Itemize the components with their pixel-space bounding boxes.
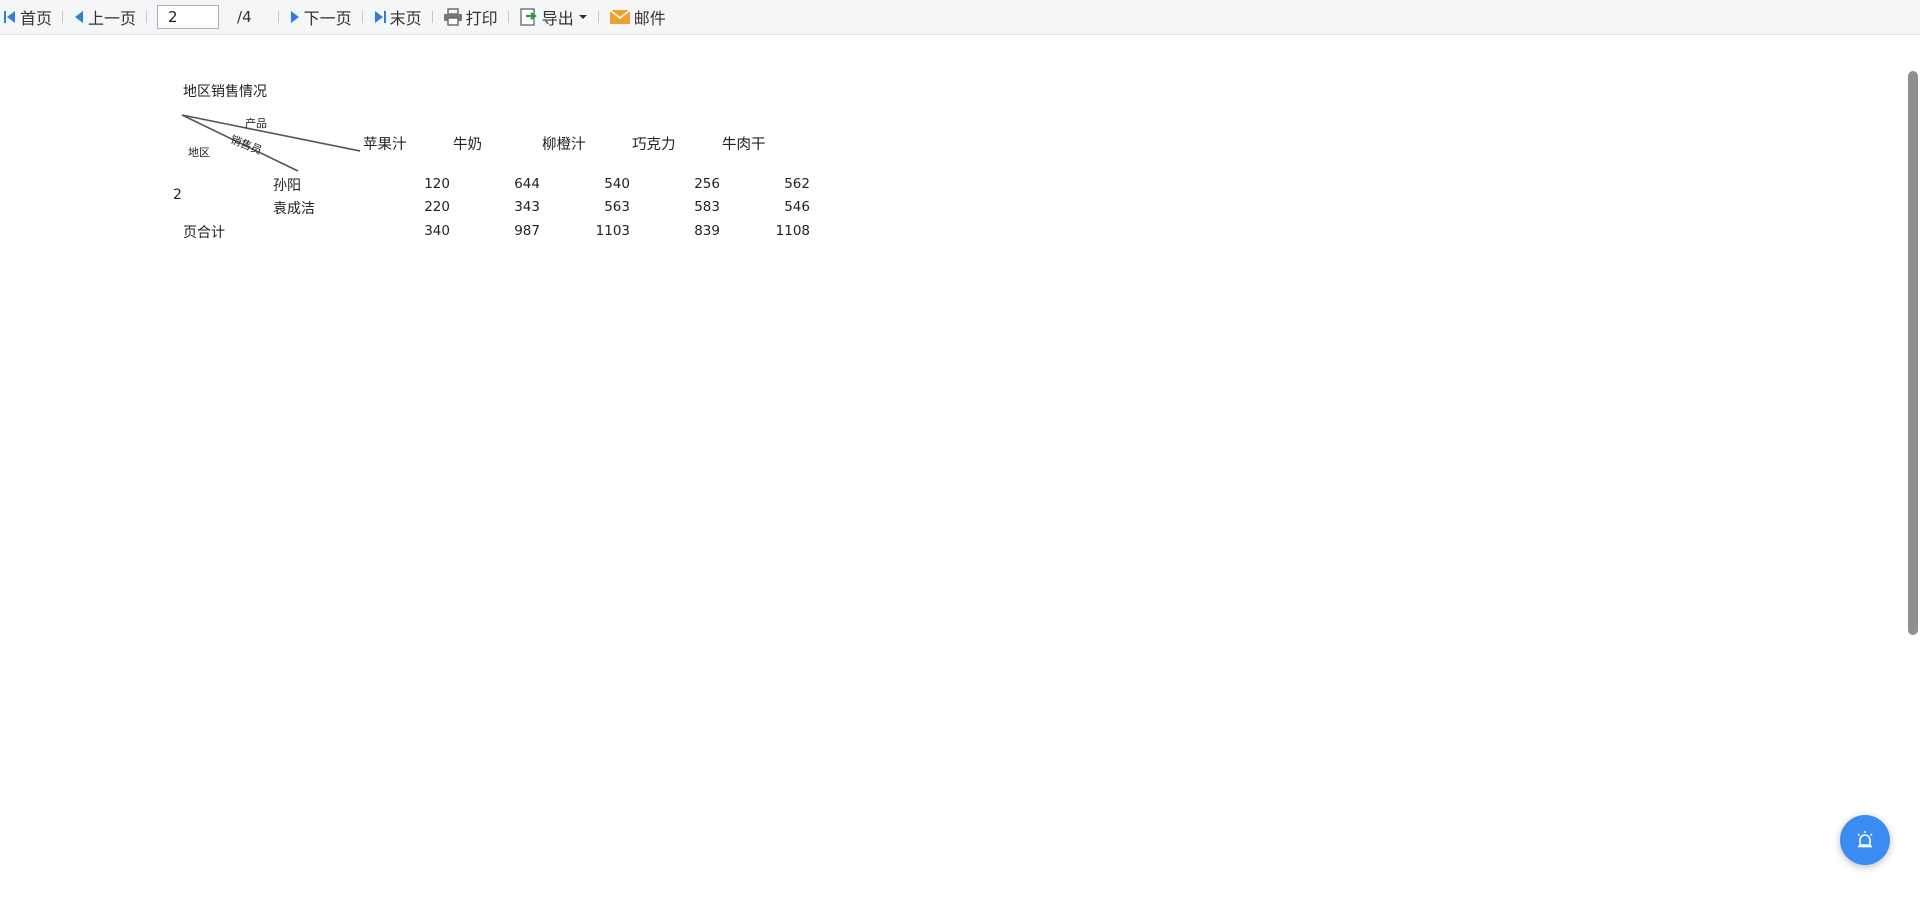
table-cell: 546 xyxy=(784,199,810,215)
print-button[interactable]: 打印 xyxy=(443,0,498,35)
first-page-button[interactable]: 首页 xyxy=(3,0,52,35)
report-area: 地区销售情况 产品 销售员 地区 苹果汁 牛奶 柳橙汁 巧克力 牛肉干 2 孙阳… xyxy=(0,35,1906,924)
export-label: 导出 xyxy=(541,9,574,28)
caret-down-icon xyxy=(578,15,587,19)
toolbar-divider xyxy=(361,11,363,23)
column-header: 柳橙汁 xyxy=(542,137,586,153)
toolbar-divider xyxy=(431,11,433,23)
prev-page-button[interactable]: 上一页 xyxy=(73,0,136,35)
corner-region-label: 地区 xyxy=(188,146,210,159)
mail-label: 邮件 xyxy=(633,9,666,28)
page-number-input[interactable] xyxy=(157,5,220,29)
prev-page-icon xyxy=(75,11,84,23)
next-page-button[interactable]: 下一页 xyxy=(289,0,352,35)
vertical-scrollbar[interactable] xyxy=(1906,35,1920,924)
mail-button[interactable]: 邮件 xyxy=(609,0,666,35)
column-header: 牛肉干 xyxy=(722,137,766,153)
prev-page-label: 上一页 xyxy=(88,9,137,28)
next-page-icon xyxy=(290,11,299,23)
page-total-label: 页合计 xyxy=(183,225,225,241)
region-value: 2 xyxy=(173,187,182,203)
column-header: 牛奶 xyxy=(453,137,482,153)
alarm-icon xyxy=(1857,831,1873,848)
toolbar: 首页 上一页 /4 下一页 末页 打印 xyxy=(0,0,1920,35)
column-header: 苹果汁 xyxy=(363,137,407,153)
toolbar-divider xyxy=(146,11,148,23)
table-cell: 1103 xyxy=(595,223,630,239)
toolbar-divider xyxy=(62,11,64,23)
table-cell: 562 xyxy=(784,176,810,192)
table-cell: 343 xyxy=(514,199,540,215)
table-cell: 839 xyxy=(694,223,720,239)
column-header: 巧克力 xyxy=(632,137,676,153)
toolbar-divider xyxy=(507,11,509,23)
alarm-float-button[interactable] xyxy=(1840,815,1890,865)
table-cell: 340 xyxy=(424,223,450,239)
next-page-label: 下一页 xyxy=(303,9,352,28)
first-page-icon xyxy=(4,11,15,23)
table-cell: 540 xyxy=(604,176,630,192)
last-page-label: 末页 xyxy=(389,9,422,28)
mail-icon xyxy=(609,9,631,24)
report-title: 地区销售情况 xyxy=(183,84,267,100)
export-icon xyxy=(520,8,537,26)
table-cell: 644 xyxy=(514,176,540,192)
table-cell: 583 xyxy=(694,199,720,215)
table-cell: 1108 xyxy=(775,223,810,239)
table-cell: 256 xyxy=(694,176,720,192)
export-button[interactable]: 导出 xyxy=(519,0,588,35)
table-cell: 563 xyxy=(604,199,630,215)
salesperson-name: 袁成洁 xyxy=(273,201,315,217)
toolbar-divider xyxy=(277,11,279,23)
corner-product-label: 产品 xyxy=(245,117,267,130)
scrollbar-thumb[interactable] xyxy=(1908,71,1918,635)
table-cell: 120 xyxy=(424,176,450,192)
printer-icon xyxy=(443,8,462,26)
first-page-label: 首页 xyxy=(20,9,53,28)
table-cell: 987 xyxy=(514,223,540,239)
toolbar-divider xyxy=(597,11,599,23)
print-label: 打印 xyxy=(465,9,498,28)
table-cell: 220 xyxy=(424,199,450,215)
page-total: /4 xyxy=(237,8,252,26)
last-page-icon xyxy=(374,11,386,23)
last-page-button[interactable]: 末页 xyxy=(373,0,422,35)
salesperson-name: 孙阳 xyxy=(273,178,301,194)
